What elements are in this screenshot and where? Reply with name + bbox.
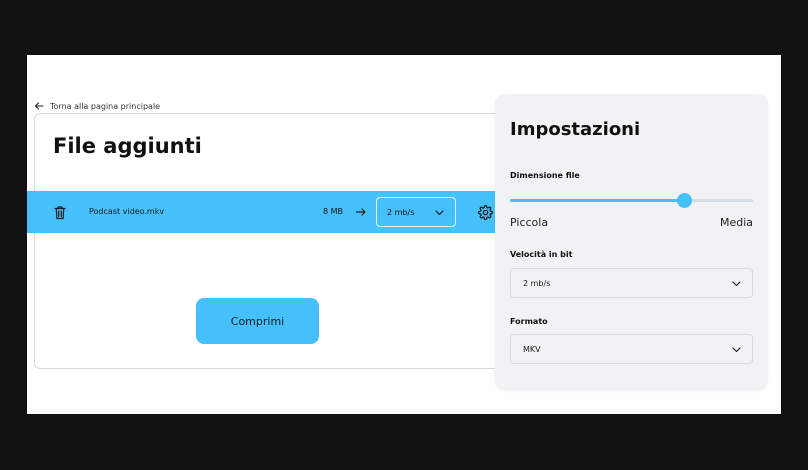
compress-button[interactable]: Comprimi bbox=[196, 298, 319, 344]
file-size-slider-fill bbox=[510, 199, 685, 202]
bitrate-select-value: 2 mb/s bbox=[523, 278, 551, 288]
back-link[interactable]: Torna alla pagina principale bbox=[34, 101, 160, 111]
chevron-down-icon bbox=[732, 347, 741, 353]
file-size-label: Dimensione file bbox=[510, 171, 580, 180]
chevron-down-icon bbox=[435, 210, 444, 216]
slider-max-label: Media bbox=[719, 216, 753, 229]
settings-title: Impostazioni bbox=[510, 119, 641, 140]
chevron-down-icon bbox=[732, 281, 741, 287]
trash-icon[interactable] bbox=[53, 205, 67, 220]
bitrate-label: Velocità in bit bbox=[510, 250, 573, 259]
gear-icon[interactable] bbox=[478, 205, 493, 220]
file-size: 8 MB bbox=[323, 207, 344, 216]
arrow-right-icon bbox=[355, 208, 366, 216]
file-name: Podcast video.mkv bbox=[89, 207, 165, 216]
files-title: File aggiunti bbox=[53, 134, 202, 158]
back-arrow-icon bbox=[34, 102, 44, 110]
format-select[interactable]: MKV bbox=[510, 334, 753, 364]
format-select-value: MKV bbox=[523, 344, 541, 354]
back-link-label: Torna alla pagina principale bbox=[50, 101, 161, 111]
slider-min-label: Piccola bbox=[510, 216, 549, 229]
row-bitrate-select[interactable]: 2 mb/s bbox=[376, 197, 456, 227]
bitrate-select[interactable]: 2 mb/s bbox=[510, 268, 753, 298]
row-bitrate-value: 2 mb/s bbox=[387, 207, 415, 217]
format-label: Formato bbox=[510, 317, 548, 326]
